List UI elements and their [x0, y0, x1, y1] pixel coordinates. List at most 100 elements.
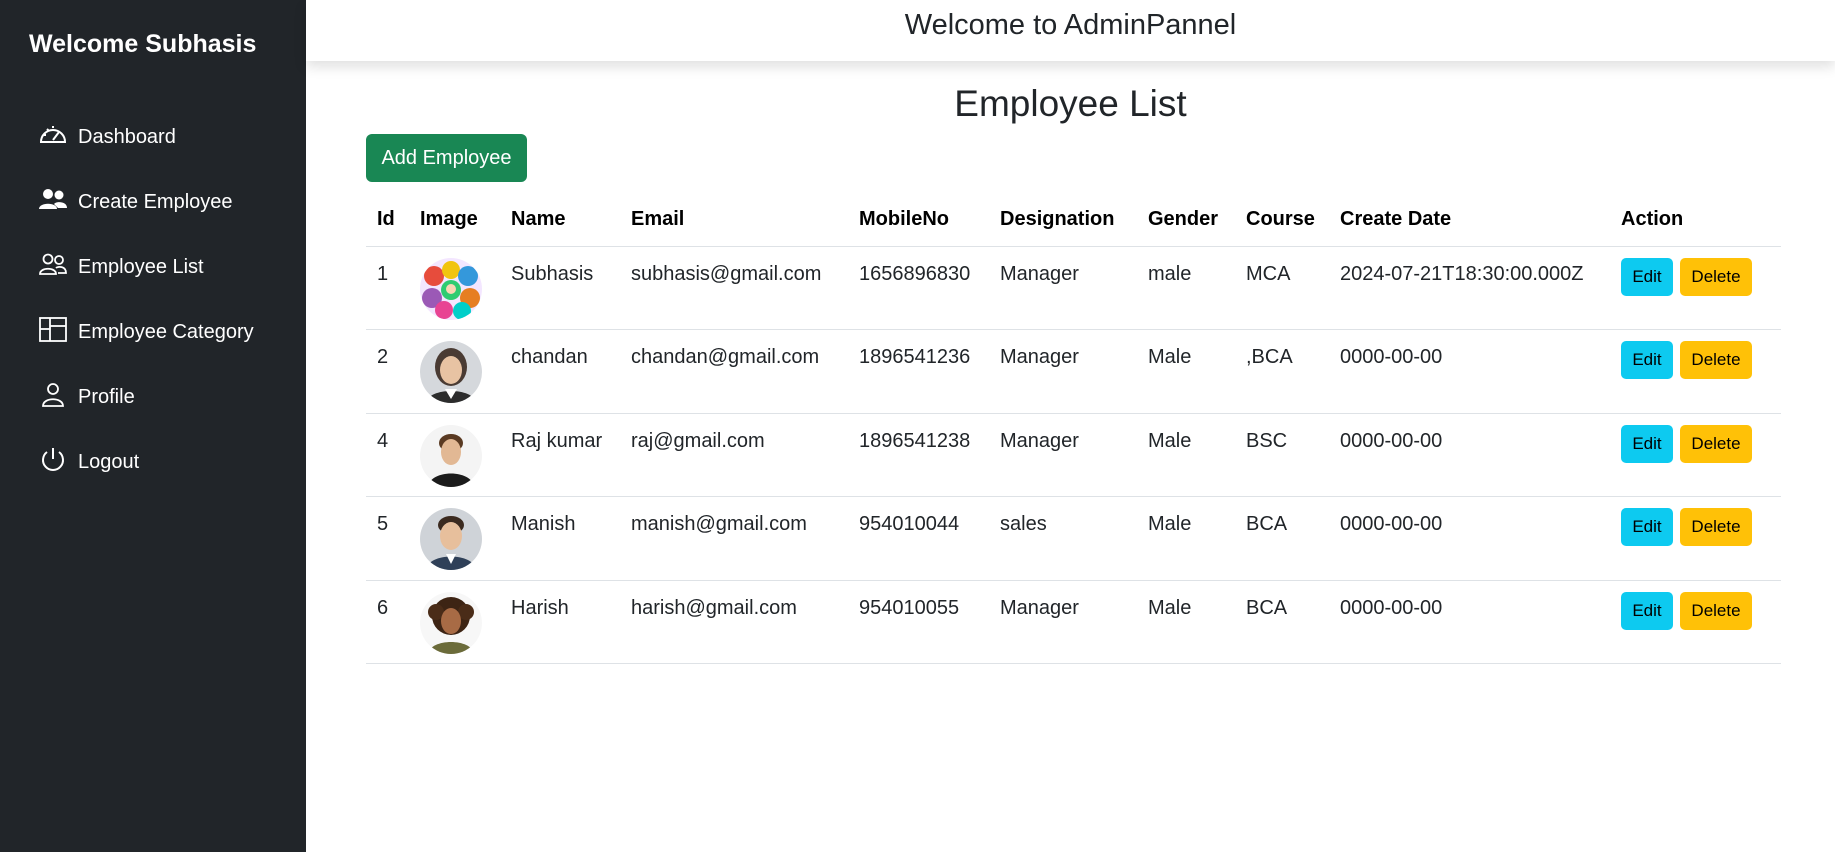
column-header-id: Id: [366, 194, 409, 247]
table-row: 6 Harish harish@gmail.com 954010055 Mana…: [366, 580, 1781, 664]
edit-button[interactable]: Edit: [1621, 591, 1673, 630]
cell-course: ,BCA: [1235, 329, 1329, 414]
cell-designation: Manager: [989, 580, 1137, 664]
sidebar-item-label: Employee Category: [78, 321, 254, 343]
cell-name: chandan: [500, 329, 620, 414]
cell-action: Edit Delete: [1610, 496, 1781, 581]
cell-image: [409, 580, 500, 664]
cell-gender: Male: [1137, 496, 1235, 581]
cell-designation: Manager: [989, 329, 1137, 414]
cell-action: Edit Delete: [1610, 246, 1781, 330]
column-header-email: Email: [620, 194, 848, 247]
cell-id: 1: [366, 246, 409, 330]
column-header-action: Action: [1610, 194, 1781, 247]
cell-designation: Manager: [989, 246, 1137, 330]
column-header-create-date: Create Date: [1329, 194, 1610, 247]
sidebar-item-label: Employee List: [78, 256, 204, 278]
column-header-course: Course: [1235, 194, 1329, 247]
cell-email: chandan@gmail.com: [620, 329, 848, 414]
cell-course: BCA: [1235, 580, 1329, 664]
cell-action: Edit Delete: [1610, 413, 1781, 497]
cell-email: manish@gmail.com: [620, 496, 848, 581]
people-outline-icon: [38, 252, 69, 283]
cell-action: Edit Delete: [1610, 329, 1781, 414]
sidebar-item-label: Dashboard: [78, 126, 176, 148]
cell-name: Manish: [500, 496, 620, 581]
cell-designation: Manager: [989, 413, 1137, 497]
avatar: [420, 591, 482, 654]
person-icon: [38, 382, 69, 413]
cell-gender: Male: [1137, 413, 1235, 497]
cell-mobile: 954010044: [848, 496, 989, 581]
sidebar-item-profile[interactable]: Profile: [38, 365, 298, 430]
cell-mobile: 1896541238: [848, 413, 989, 497]
cell-gender: Male: [1137, 329, 1235, 414]
sidebar-item-label: Logout: [78, 451, 140, 473]
page-title: Employee List: [954, 83, 1187, 124]
cell-name: Raj kumar: [500, 413, 620, 497]
cell-id: 2: [366, 329, 409, 414]
avatar: [420, 508, 482, 570]
avatar: [420, 341, 482, 403]
delete-button[interactable]: Delete: [1680, 591, 1752, 630]
cell-email: harish@gmail.com: [620, 580, 848, 664]
cell-action: Edit Delete: [1610, 580, 1781, 664]
sidebar-item-label: Profile: [78, 386, 135, 408]
cell-mobile: 1896541236: [848, 329, 989, 414]
avatar: [420, 424, 482, 487]
column-header-image: Image: [409, 194, 500, 247]
columns-gap-icon: [38, 317, 69, 348]
speedometer-icon: [38, 122, 69, 153]
delete-button[interactable]: Delete: [1680, 424, 1752, 463]
cell-email: subhasis@gmail.com: [620, 246, 848, 330]
cell-image: [409, 496, 500, 581]
cell-course: MCA: [1235, 246, 1329, 330]
table-header-row: Id Image Name Email MobileNo Designation…: [366, 194, 1781, 247]
table-row: 5 Manish manish@gmail.com 954010044 sale…: [366, 496, 1781, 581]
sidebar-item-logout[interactable]: Logout: [38, 430, 298, 495]
edit-button[interactable]: Edit: [1621, 508, 1673, 546]
edit-button[interactable]: Edit: [1621, 257, 1673, 296]
cell-email: raj@gmail.com: [620, 413, 848, 497]
sidebar-item-create-employee[interactable]: Create Employee: [38, 170, 298, 235]
header-title: Welcome to AdminPannel: [904, 9, 1237, 41]
sidebar-item-employee-category[interactable]: Employee Category: [38, 300, 298, 365]
cell-create-date: 0000-00-00: [1329, 580, 1610, 664]
table-row: 1 Subhasis subhasis@gmail.com 1656896830…: [366, 246, 1781, 330]
edit-button[interactable]: Edit: [1621, 424, 1673, 463]
add-employee-button[interactable]: Add Employee: [366, 134, 527, 182]
cell-id: 5: [366, 496, 409, 581]
sidebar-brand: Welcome Subhasis: [29, 30, 257, 58]
top-bar: Welcome to AdminPannel: [306, 0, 1835, 61]
cell-gender: Male: [1137, 580, 1235, 664]
cell-mobile: 1656896830: [848, 246, 989, 330]
cell-create-date: 0000-00-00: [1329, 329, 1610, 414]
sidebar-item-dashboard[interactable]: Dashboard: [38, 105, 298, 170]
edit-button[interactable]: Edit: [1621, 341, 1673, 379]
cell-course: BCA: [1235, 496, 1329, 581]
cell-mobile: 954010055: [848, 580, 989, 664]
cell-create-date: 0000-00-00: [1329, 496, 1610, 581]
power-icon: [38, 447, 69, 478]
sidebar: Welcome Subhasis Dashboard Create Employ…: [0, 0, 306, 852]
cell-create-date: 2024-07-21T18:30:00.000Z: [1329, 246, 1610, 330]
cell-id: 6: [366, 580, 409, 664]
sidebar-item-label: Create Employee: [78, 191, 233, 213]
cell-create-date: 0000-00-00: [1329, 413, 1610, 497]
delete-button[interactable]: Delete: [1680, 257, 1752, 296]
employee-table: Id Image Name Email MobileNo Designation…: [366, 194, 1781, 664]
delete-button[interactable]: Delete: [1680, 508, 1752, 546]
sidebar-item-employee-list[interactable]: Employee List: [38, 235, 298, 300]
main-content: Employee List Add Employee Id Image Name…: [306, 61, 1835, 852]
cell-designation: sales: [989, 496, 1137, 581]
cell-name: Subhasis: [500, 246, 620, 330]
cell-image: [409, 329, 500, 414]
column-header-mobile: MobileNo: [848, 194, 989, 247]
column-header-designation: Designation: [989, 194, 1137, 247]
people-fill-icon: [38, 187, 69, 218]
column-header-name: Name: [500, 194, 620, 247]
cell-course: BSC: [1235, 413, 1329, 497]
delete-button[interactable]: Delete: [1680, 341, 1752, 379]
table-row: 2 chandan chandan@gmail.com 1896541236 M…: [366, 329, 1781, 414]
cell-name: Harish: [500, 580, 620, 664]
